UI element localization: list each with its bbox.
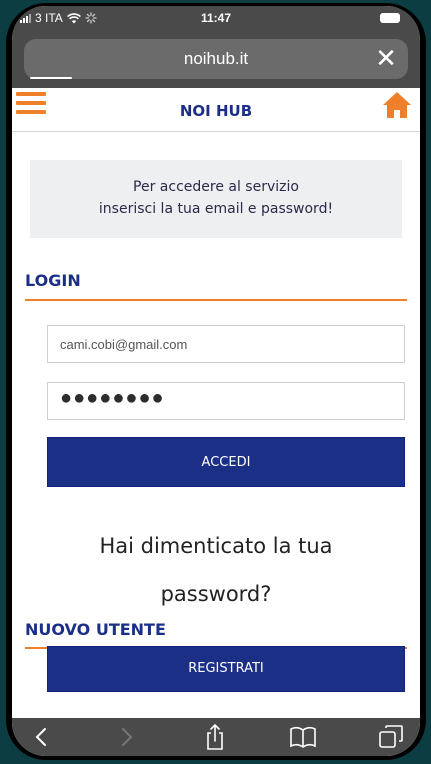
- email-field[interactable]: cami.cobi@gmail.com: [47, 325, 405, 363]
- main-content: Per accedere al servizio inserisci la tu…: [12, 132, 420, 718]
- info-line-1: Per accedere al servizio: [133, 179, 299, 195]
- home-icon[interactable]: [382, 91, 412, 119]
- site-header: NOI HUB: [12, 88, 420, 132]
- phone-frame: 3 ITA 11:47 noihub.it ✕ NOI HUB Per acce…: [6, 3, 426, 760]
- book-icon[interactable]: [288, 722, 318, 752]
- chevron-left-icon[interactable]: [26, 722, 56, 752]
- login-button[interactable]: ACCEDI: [47, 437, 405, 487]
- url-field[interactable]: noihub.it ✕: [24, 39, 408, 79]
- site-title[interactable]: NOI HUB: [12, 102, 420, 120]
- page-load-progress: [30, 77, 72, 79]
- info-line-2: inserisci la tua email e password!: [98, 201, 334, 217]
- forgot-password-link[interactable]: Hai dimenticato la tua password?: [52, 522, 380, 618]
- chevron-right-icon[interactable]: [112, 722, 142, 752]
- share-icon[interactable]: [200, 722, 230, 752]
- login-section-divider: [25, 299, 407, 301]
- status-bar: 3 ITA 11:47: [12, 6, 420, 30]
- browser-address-bar: noihub.it ✕: [12, 30, 420, 88]
- password-field[interactable]: ●●●●●●●●: [47, 382, 405, 420]
- url-text: noihub.it: [183, 49, 249, 68]
- tabs-icon[interactable]: [376, 722, 406, 752]
- status-time: 11:47: [200, 11, 232, 25]
- info-box: Per accedere al servizio inserisci la tu…: [30, 160, 402, 238]
- close-icon[interactable]: ✕: [372, 45, 400, 73]
- register-button[interactable]: REGISTRATI: [47, 646, 405, 692]
- login-section-title: LOGIN: [25, 271, 81, 290]
- battery-icon: [380, 13, 400, 23]
- phone-screen: 3 ITA 11:47 noihub.it ✕ NOI HUB Per acce…: [12, 6, 420, 756]
- browser-toolbar: [12, 718, 420, 756]
- new-user-section-title: NUOVO UTENTE: [25, 620, 166, 639]
